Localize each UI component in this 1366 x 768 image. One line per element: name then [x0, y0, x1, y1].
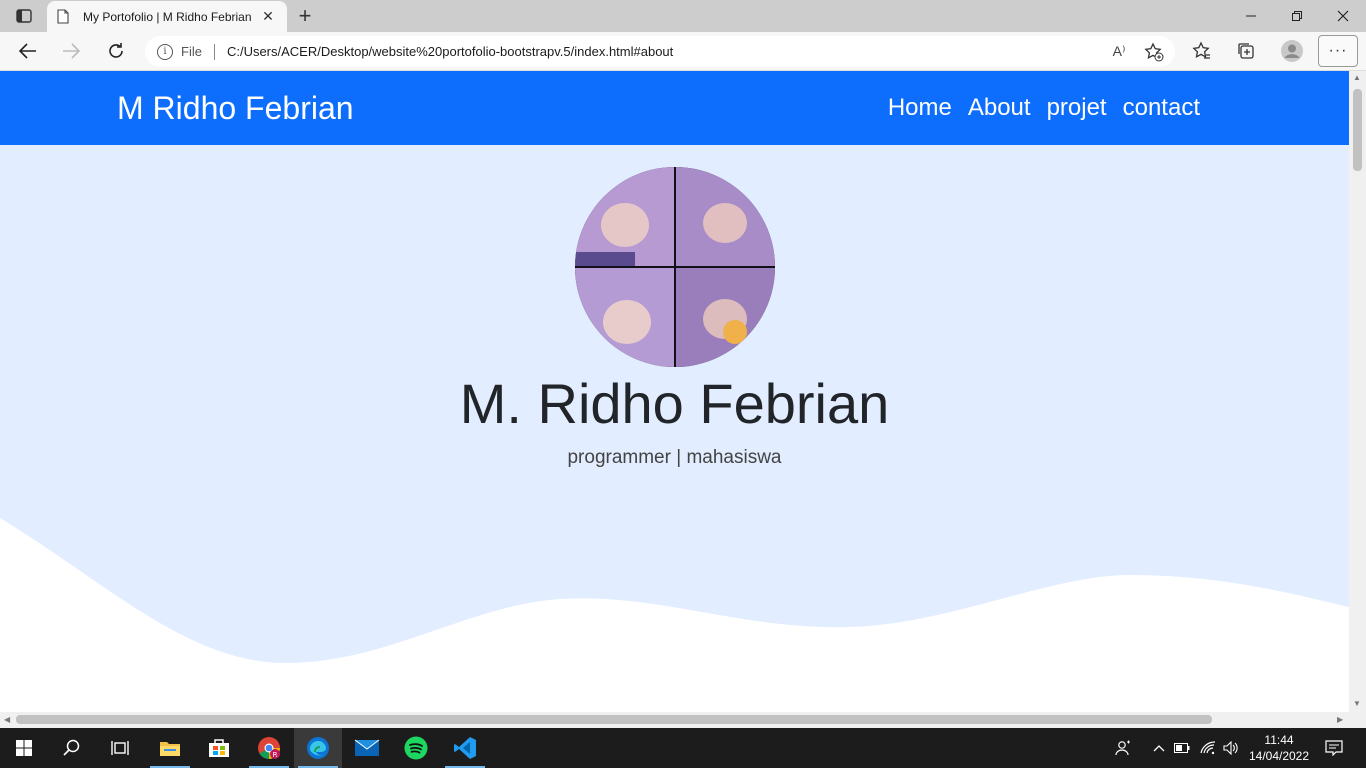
mail-button[interactable] [343, 728, 391, 768]
star-add-icon [1144, 41, 1164, 61]
nav-home-link[interactable]: Home [888, 94, 952, 122]
vscode-button[interactable] [441, 728, 489, 768]
task-view-icon [111, 741, 129, 755]
nav-projet-link[interactable]: projet [1047, 94, 1107, 122]
profile-button[interactable] [1276, 35, 1308, 67]
restore-icon [1292, 11, 1302, 21]
file-explorer-icon [160, 742, 180, 756]
favorites-button[interactable] [1186, 35, 1218, 67]
nav-about-link[interactable]: About [968, 94, 1031, 122]
tab-actions-icon [16, 9, 32, 23]
scroll-left-icon[interactable]: ◀ [4, 715, 10, 724]
store-button[interactable] [195, 728, 243, 768]
forward-arrow-icon [63, 43, 80, 59]
spotify-icon [404, 736, 428, 760]
browser-tab[interactable]: My Portofolio | M Ridho Febrian ✕ [47, 1, 287, 32]
collections-button[interactable] [1230, 35, 1262, 67]
svg-text:R: R [273, 751, 278, 759]
action-center-button[interactable] [1318, 728, 1350, 768]
refresh-icon [109, 43, 123, 58]
chrome-icon: R [258, 737, 280, 759]
wifi-icon [1200, 741, 1216, 755]
taskbar-clock[interactable]: 11:44 14/04/2022 [1248, 732, 1310, 764]
horizontal-scrollbar[interactable]: ◀ ▶ [0, 712, 1366, 728]
show-hidden-icons-button[interactable] [1148, 728, 1170, 768]
browser-tab-strip: My Portofolio | M Ridho Febrian ✕ + [0, 0, 1366, 32]
chrome-button[interactable]: R [245, 728, 293, 768]
network-button[interactable] [1197, 728, 1219, 768]
hero-name: M. Ridho Febrian [459, 372, 890, 435]
notifications-icon [1325, 740, 1343, 756]
page-icon [57, 9, 71, 25]
mail-icon [354, 739, 380, 756]
battery-icon [1174, 743, 1190, 753]
site-navbar: M Ridho Febrian Home About projet contac… [0, 71, 1349, 145]
horizontal-scroll-thumb[interactable] [16, 715, 1212, 724]
url-text[interactable]: C:/Users/ACER/Desktop/website%20portofol… [227, 44, 1175, 59]
close-window-button[interactable] [1320, 0, 1366, 32]
vertical-scroll-thumb[interactable] [1353, 89, 1362, 171]
tab-title: My Portofolio | M Ridho Febrian [83, 9, 252, 24]
chevron-up-icon [1153, 745, 1165, 752]
tab-close-button[interactable]: ✕ [259, 8, 277, 26]
speaker-icon [1223, 741, 1238, 755]
start-button[interactable] [0, 728, 48, 768]
favorites-icon [1192, 41, 1210, 59]
clock-time: 11:44 [1264, 733, 1294, 747]
search-icon [63, 739, 80, 756]
refresh-button[interactable] [100, 35, 132, 67]
clock-date: 14/04/2022 [1248, 749, 1310, 763]
vertical-scrollbar[interactable]: ▲ ▼ [1349, 71, 1366, 712]
file-explorer-button[interactable] [146, 728, 194, 768]
settings-more-button[interactable]: ··· [1318, 35, 1358, 67]
profile-photo [575, 167, 775, 367]
info-icon[interactable]: i [157, 43, 173, 60]
address-prefix: File [181, 44, 202, 59]
people-icon [1115, 740, 1130, 756]
back-button[interactable] [12, 35, 44, 67]
nav-contact-link[interactable]: contact [1123, 94, 1200, 122]
back-arrow-icon [19, 43, 36, 59]
edge-icon [307, 737, 329, 759]
windows-taskbar: R 11:44 14/04/2022 [0, 728, 1366, 768]
hero-section: M. Ridho Febrian programmer | mahasiswa [0, 145, 1349, 712]
restore-button[interactable] [1274, 0, 1320, 32]
nav-links: Home About projet contact [888, 94, 1200, 122]
new-tab-button[interactable]: + [292, 3, 318, 28]
forward-button[interactable] [55, 35, 87, 67]
collections-icon [1238, 43, 1254, 59]
address-bar[interactable]: i File C:/Users/ACER/Desktop/website%20p… [145, 36, 1175, 67]
spotify-button[interactable] [392, 728, 440, 768]
read-aloud-button[interactable]: A⁾ [1105, 36, 1133, 67]
task-view-button[interactable] [96, 728, 144, 768]
close-icon [1337, 10, 1349, 22]
start-icon [16, 740, 32, 756]
profile-avatar-icon [1281, 40, 1303, 62]
scroll-down-icon[interactable]: ▼ [1353, 699, 1361, 708]
people-button[interactable] [1110, 728, 1136, 768]
minimize-icon [1246, 15, 1256, 17]
site-brand[interactable]: M Ridho Febrian [117, 90, 354, 127]
hero-subtitle: programmer | mahasiswa [567, 447, 782, 468]
browser-toolbar: i File C:/Users/ACER/Desktop/website%20p… [0, 32, 1366, 71]
edge-button[interactable] [294, 728, 342, 768]
battery-button[interactable] [1172, 728, 1192, 768]
address-divider [213, 43, 215, 60]
scroll-right-icon[interactable]: ▶ [1337, 715, 1343, 724]
page-viewport: M Ridho Febrian Home About projet contac… [0, 71, 1349, 712]
store-icon [209, 739, 229, 757]
vscode-icon [454, 737, 476, 759]
read-aloud-icon: A⁾ [1112, 43, 1126, 59]
minimize-button[interactable] [1228, 0, 1274, 32]
taskbar-search-button[interactable] [48, 728, 96, 768]
add-favorite-button[interactable] [1140, 36, 1168, 67]
scroll-up-icon[interactable]: ▲ [1353, 73, 1361, 82]
tab-actions-button[interactable] [8, 5, 40, 27]
volume-button[interactable] [1220, 728, 1242, 768]
